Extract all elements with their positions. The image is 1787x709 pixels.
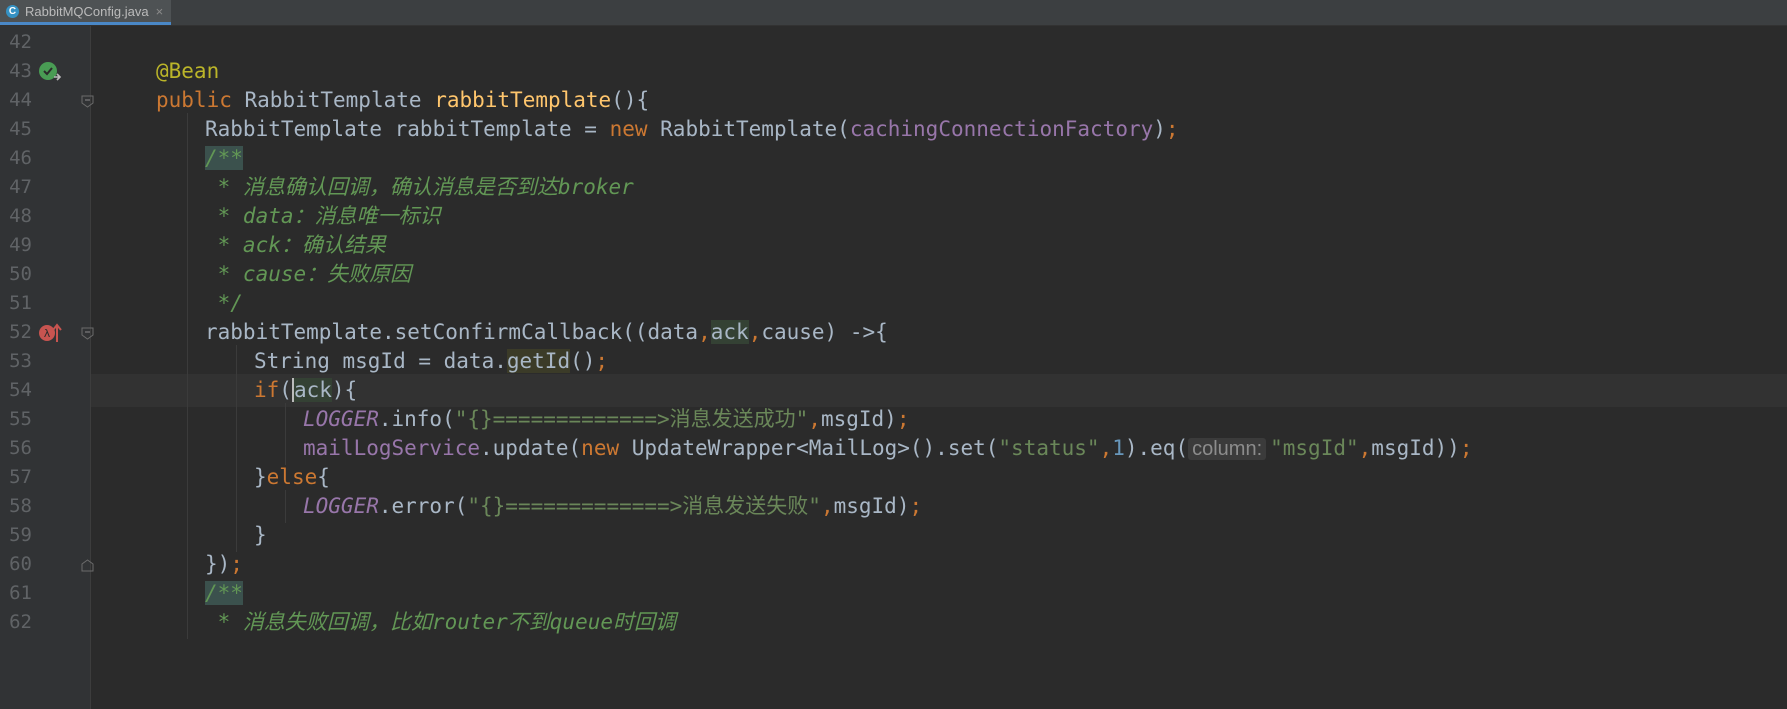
code-line: 62 * 消息失败回调，比如router不到queue时回调 [0, 606, 1787, 639]
tab-label: RabbitMQConfig.java [25, 3, 149, 19]
doc-comment: * cause：失败原因 [205, 262, 412, 286]
java-class-icon: C [6, 4, 19, 18]
editor-tab-bar: C RabbitMQConfig.java × [0, 0, 1787, 26]
highlighted-reference: ack [710, 320, 749, 344]
annotation: @Bean [156, 59, 220, 83]
code-editor[interactable]: 42 43 @Bean 44 public RabbitTemplate rab… [0, 26, 1787, 709]
doc-comment: * 消息确认回调，确认消息是否到达broker [205, 175, 634, 199]
close-icon[interactable]: × [156, 4, 164, 19]
bean-run-icon[interactable] [38, 61, 62, 83]
tab-rabbitmqconfig[interactable]: C RabbitMQConfig.java × [0, 0, 171, 25]
text-caret: ack [291, 378, 332, 402]
line-number: 62 [9, 611, 32, 633]
doc-comment: */ [205, 291, 243, 315]
doc-comment: * ack：确认结果 [205, 233, 386, 257]
svg-text:λ: λ [44, 327, 51, 340]
method-name: rabbitTemplate [434, 88, 612, 112]
parameter-hint: column: [1188, 438, 1267, 460]
method-call: getId [506, 349, 571, 373]
lambda-implements-icon[interactable]: λ [38, 322, 62, 344]
doc-comment: * data：消息唯一标识 [205, 204, 441, 228]
doc-comment: * 消息失败回调，比如router不到queue时回调 [205, 610, 677, 634]
doc-comment: /** [205, 581, 243, 605]
doc-comment: /** [205, 146, 243, 170]
